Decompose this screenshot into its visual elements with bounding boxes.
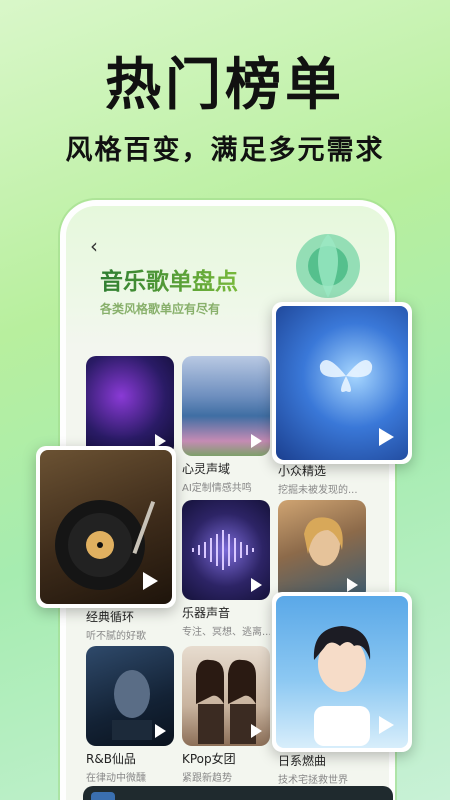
play-icon[interactable] xyxy=(251,724,262,738)
playlist-card-featured[interactable] xyxy=(36,446,176,608)
playlist-name: 日系燃曲 xyxy=(278,754,327,768)
playlist-desc: 听不腻的好歌 xyxy=(86,631,146,642)
playlist-name: 小众精选 xyxy=(278,464,327,478)
portrait-icon xyxy=(112,670,152,740)
playlist-desc: 紧跟新趋势 xyxy=(182,773,232,784)
playlist-card[interactable] xyxy=(278,500,366,600)
flower-decoration-icon xyxy=(296,234,360,298)
playlist-desc: 技术宅拯救世界 xyxy=(278,775,348,786)
playlist-cover xyxy=(182,500,270,600)
playlist-cover xyxy=(276,306,408,460)
playlist-cover xyxy=(40,450,172,604)
play-icon[interactable] xyxy=(379,428,394,446)
mini-player-cover xyxy=(91,792,115,800)
playlist-cover xyxy=(86,646,174,746)
promo-subtitle: 风格百变，满足多元需求 xyxy=(65,135,385,166)
promo-title: 热门榜单 xyxy=(105,53,345,118)
anime-character-icon xyxy=(313,626,371,746)
playlist-card[interactable]: 乐器声音 专注、冥想、逃离... xyxy=(182,500,270,638)
play-icon[interactable] xyxy=(251,578,262,592)
playlist-card[interactable] xyxy=(86,356,174,456)
playlist-cover xyxy=(182,646,270,746)
playlist-desc: 在律动中微醺 xyxy=(86,773,146,784)
playlist-cover xyxy=(86,356,174,456)
portrait-icon xyxy=(304,517,343,566)
mini-player[interactable] xyxy=(83,786,393,800)
playlist-card[interactable]: R&B仙品 在律动中微醺 xyxy=(86,646,174,784)
play-icon[interactable] xyxy=(155,724,166,738)
playlist-cover xyxy=(278,500,366,600)
play-icon[interactable] xyxy=(379,716,394,734)
playlist-name: 心灵声域 xyxy=(182,462,231,476)
playlist-label: 经典循环 听不腻的好歌 xyxy=(86,608,146,642)
play-icon[interactable] xyxy=(347,578,358,592)
playlist-name: 经典循环 xyxy=(86,610,135,624)
playlist-name: 乐器声音 xyxy=(182,606,231,620)
playlist-cover xyxy=(182,356,270,456)
playlist-card-featured[interactable] xyxy=(272,302,412,464)
playlist-card-featured[interactable] xyxy=(272,592,412,752)
playlist-desc: 专注、冥想、逃离... xyxy=(182,627,270,638)
playlist-desc: 挖掘未被发现的... xyxy=(278,485,358,496)
playlist-card[interactable]: 心灵声域 AI定制情感共鸣 xyxy=(182,356,270,494)
play-icon[interactable] xyxy=(251,434,262,448)
page-title: 音乐歌单盘点 xyxy=(100,262,238,296)
playlist-card[interactable]: KPop女团 紧跟新趋势 xyxy=(182,646,270,784)
back-icon[interactable]: ‹ xyxy=(90,236,110,256)
playlist-desc: AI定制情感共鸣 xyxy=(182,483,252,494)
play-icon[interactable] xyxy=(143,572,158,590)
playlist-label: 小众精选 挖掘未被发现的... xyxy=(278,462,358,496)
playlist-name: R&B仙品 xyxy=(86,752,136,766)
playlist-label: 日系燃曲 技术宅拯救世界 xyxy=(278,752,348,786)
butterfly-icon xyxy=(319,359,373,392)
playlist-name: KPop女团 xyxy=(182,752,236,766)
playlist-cover xyxy=(276,596,408,748)
sound-wave-icon xyxy=(192,530,254,570)
page-description: 各类风格歌单应有尽有 xyxy=(100,302,221,316)
